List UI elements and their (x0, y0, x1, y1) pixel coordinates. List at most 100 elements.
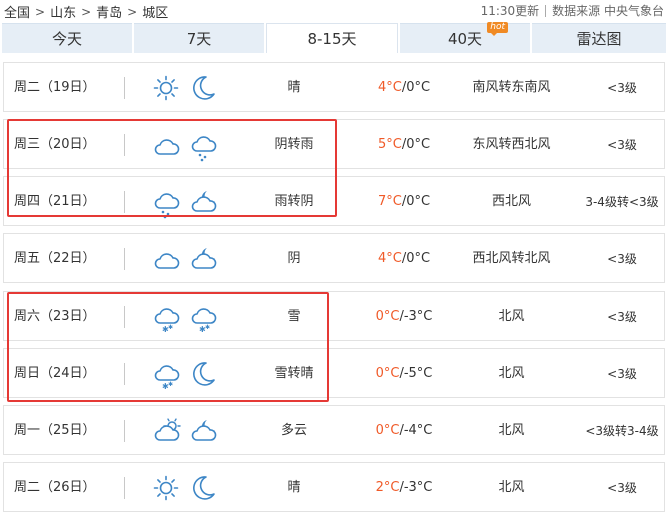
tab-radar[interactable]: 雷达图 (532, 23, 666, 53)
wind-direction: 北风 (498, 366, 525, 381)
svg-text:✱: ✱ (168, 381, 173, 388)
wind-direction: 西北风 (491, 194, 531, 209)
tab-8-15-days[interactable]: 8-15天 (266, 23, 398, 53)
wind-direction: 北风 (498, 423, 525, 438)
moon-icon (188, 74, 218, 102)
tab-40-days[interactable]: 40天 hot (400, 22, 530, 53)
temperature: 0°C/-4°C (349, 406, 459, 456)
wind-direction: 南风转东南风 (472, 80, 551, 95)
forecast-row: 周五（22日） 阴 4°C/0°C 西北风转北风 <3级 (3, 233, 665, 283)
forecast-row: 周二（19日） 晴 4°C/0°C 南风转东南风 <3级 (3, 62, 665, 112)
snow-cloud-icon: ✱ ✱ (151, 303, 181, 334)
breadcrumb-item-country[interactable]: 全国 (4, 2, 30, 21)
hot-badge: hot (487, 22, 508, 36)
weather-condition: 多云 (280, 423, 307, 438)
temperature: 4°C/0°C (349, 234, 459, 284)
tab-label: 雷达图 (576, 30, 622, 48)
wind-level: <3级 (607, 81, 637, 95)
temperature: 7°C/0°C (349, 177, 459, 227)
breadcrumb-item-district: 城区 (142, 6, 169, 21)
weather-condition: 雨转阴 (274, 194, 314, 209)
wind-direction: 东风转西北风 (472, 137, 551, 152)
low-temperature: /0°C (401, 137, 431, 152)
breadcrumb-separator: > (35, 4, 46, 19)
tab-label: 8-15天 (307, 30, 357, 48)
temperature: 0°C/-3°C (349, 292, 459, 342)
sun-icon (151, 74, 181, 102)
data-source: 数据来源 中央气象台 (552, 4, 664, 18)
cloud-icon (151, 131, 181, 159)
forecast-day: 周三（20日） (14, 137, 96, 152)
divider (124, 134, 125, 156)
forecast-row: 周六（23日） ✱ ✱ ✱ ✱ 雪 0°C/-3°C 北风 <3级 (3, 291, 665, 341)
high-temperature: 4°C (377, 251, 402, 266)
high-temperature: 4°C (377, 80, 402, 95)
weather-condition: 雪转晴 (274, 366, 314, 381)
weather-condition: 阴 (287, 251, 301, 266)
temperature: 5°C/0°C (349, 120, 459, 170)
cloud-moon-icon (188, 417, 218, 445)
forecast-day: 周五（22日） (14, 251, 96, 266)
forecast-row: 周一（25日） 多云 0°C/-4°C 北风 <3级转3-4级 (3, 405, 665, 455)
cloud-sun-icon (151, 417, 181, 445)
high-temperature: 0°C (375, 423, 400, 438)
forecast-day: 周日（24日） (14, 366, 96, 381)
rain-cloud-icon (151, 188, 181, 219)
breadcrumb-separator: > (81, 4, 92, 19)
high-temperature: 5°C (377, 137, 402, 152)
tab-label: 7天 (186, 30, 212, 48)
tab-label: 今天 (51, 30, 82, 48)
cloud-icon (151, 245, 181, 273)
breadcrumb-item-city[interactable]: 青岛 (96, 2, 122, 21)
breadcrumb-separator: > (127, 4, 138, 19)
divider (124, 477, 125, 499)
divider (545, 4, 547, 17)
update-time: 11:30更新 (480, 4, 540, 18)
divider (124, 306, 125, 328)
forecast-row: 周日（24日） ✱ ✱ 雪转晴 0°C/-5°C 北风 <3级 (3, 348, 665, 398)
low-temperature: /0°C (401, 80, 431, 95)
svg-text:✱: ✱ (168, 324, 173, 331)
forecast-day: 周六（23日） (14, 309, 96, 324)
divider (124, 248, 125, 270)
wind-level: <3级 (607, 367, 637, 381)
temperature: 0°C/-5°C (349, 349, 459, 399)
low-temperature: /-5°C (399, 366, 433, 381)
forecast-day: 周四（21日） (14, 194, 96, 209)
sun-icon (151, 474, 181, 502)
weather-condition: 晴 (287, 80, 301, 95)
forecast-tabs: 今天 7天 8-15天 40天 hot 雷达图 (2, 22, 668, 53)
wind-level: <3级转3-4级 (585, 424, 659, 438)
cloud-moon-icon (188, 188, 218, 216)
forecast-day: 周二（19日） (14, 80, 96, 95)
wind-level: <3级 (607, 138, 637, 152)
snow-cloud-icon: ✱ ✱ (151, 360, 181, 391)
top-bar: 全国 > 山东 > 青岛 > 城区 11:30更新 数据来源 中央气象台 (0, 0, 672, 22)
wind-direction: 西北风转北风 (472, 251, 551, 266)
weather-condition: 阴转雨 (274, 137, 314, 152)
wind-direction: 北风 (498, 480, 525, 495)
temperature: 4°C/0°C (349, 63, 459, 113)
divider (124, 191, 125, 213)
breadcrumb-item-province[interactable]: 山东 (50, 2, 76, 21)
breadcrumb: 全国 > 山东 > 青岛 > 城区 (4, 2, 169, 22)
cloud-moon-icon (188, 245, 218, 273)
forecast-row: 周四（21日） 雨转阴 7°C/0°C 西北风 3-4级转<3级 (3, 176, 665, 226)
divider (124, 363, 125, 385)
forecast-row: 周三（20日） 阴转雨 5°C/0°C 东风转西北风 <3级 (3, 119, 665, 169)
snow-cloud-icon: ✱ ✱ (188, 303, 218, 334)
wind-level: <3级 (607, 481, 637, 495)
high-temperature: 2°C (375, 480, 400, 495)
rain-cloud-icon (188, 131, 218, 162)
forecast-row: 周二（26日） 晴 2°C/-3°C 北风 <3级 (3, 462, 665, 512)
update-info: 11:30更新 数据来源 中央气象台 (481, 2, 664, 19)
temperature: 2°C/-3°C (349, 463, 459, 513)
wind-level: <3级 (607, 310, 637, 324)
svg-text:✱: ✱ (205, 324, 210, 331)
low-temperature: /-4°C (399, 423, 433, 438)
high-temperature: 7°C (377, 194, 402, 209)
tab-7-days[interactable]: 7天 (134, 23, 264, 53)
forecast-day: 周二（26日） (14, 480, 96, 495)
tab-today[interactable]: 今天 (2, 23, 132, 53)
low-temperature: /-3°C (399, 309, 433, 324)
